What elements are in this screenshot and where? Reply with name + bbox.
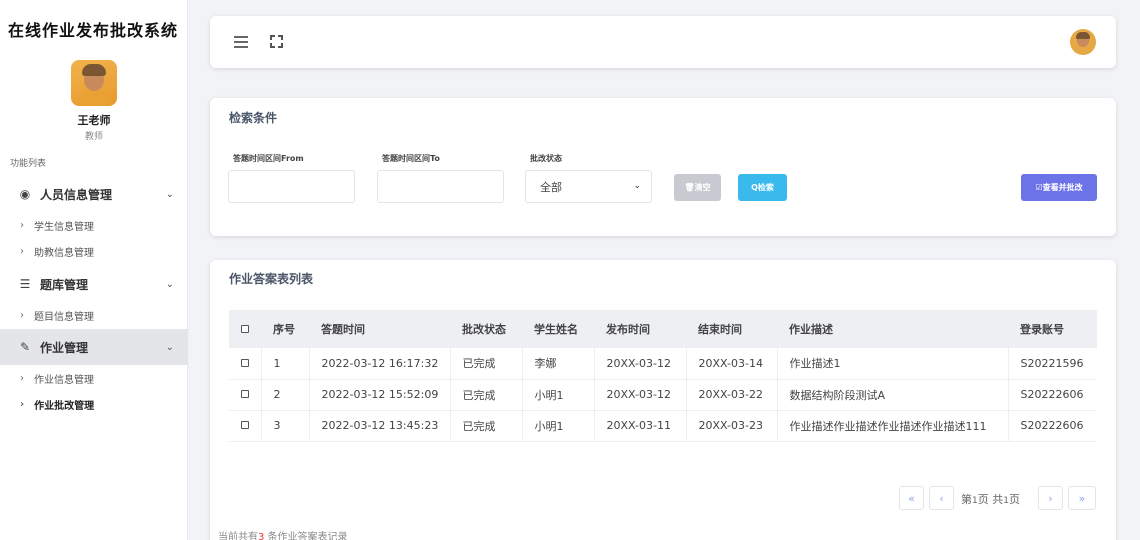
top-bar <box>210 16 1116 68</box>
cell: 小明1 <box>522 410 595 441</box>
menu-group-bank[interactable]: ☰ 题库管理 ⌄ <box>0 266 188 302</box>
cell: 20XX-03-12 <box>594 379 687 410</box>
menu-group-label: 题库管理 <box>40 277 89 292</box>
search-panel: 检索条件 答题时间区间From 答题时间区间To 批改状态 全部 ⌄ 🗑清空 Q… <box>210 98 1116 236</box>
cell: 20XX-03-12 <box>594 348 687 379</box>
menu-caption: 功能列表 <box>10 159 47 169</box>
records-count-text: 当前共有3 条作业答案表记录 <box>218 532 348 540</box>
edit-icon: ✎ <box>19 340 31 354</box>
cell: 2022-03-12 16:17:32 <box>309 348 451 379</box>
menu-item-question-info[interactable]: › 题目信息管理 <box>20 305 94 325</box>
header-avatar[interactable] <box>1070 29 1096 55</box>
menu-item-label: 助教信息管理 <box>34 247 94 259</box>
user-name: 王老师 <box>77 114 111 127</box>
col-header: 序号 <box>273 323 295 336</box>
hamburger-menu-icon[interactable] <box>234 36 248 48</box>
cell: 小明1 <box>522 379 595 410</box>
cell: 2 <box>261 379 310 410</box>
user-role: 教师 <box>84 132 103 142</box>
menu-group-label: 作业管理 <box>40 340 89 355</box>
table-title: 作业答案表列表 <box>229 272 314 286</box>
cell: 20XX-03-11 <box>594 410 687 441</box>
page-indicator: 第1页 共1页 <box>961 493 1020 506</box>
cell: 已完成 <box>450 348 523 379</box>
menu-item-homework-review[interactable]: › 作业批改管理 <box>20 394 94 414</box>
date-from-input[interactable] <box>228 170 355 203</box>
chevron-right-icon: › <box>20 398 25 410</box>
list-icon: ☰ <box>19 277 31 291</box>
chevron-right-icon: › <box>20 219 24 231</box>
row-checkbox[interactable] <box>229 410 262 441</box>
cell: 20XX-03-14 <box>686 348 778 379</box>
menu-group-people[interactable]: ◉ 人员信息管理 ⌄ <box>0 176 188 212</box>
answer-table-panel: 作业答案表列表 序号 答题时间 批改状态 学生姓名 发布时间 结束时间 作业描述… <box>210 260 1116 540</box>
fullscreen-icon[interactable] <box>270 35 283 48</box>
answer-table: 序号 答题时间 批改状态 学生姓名 发布时间 结束时间 作业描述 登录账号 1 … <box>229 310 1097 442</box>
cell: 作业描述1 <box>777 348 1009 379</box>
cell: 作业描述作业描述作业描述作业描述111 <box>777 410 1009 441</box>
col-header: 答题时间 <box>321 323 365 336</box>
chevron-down-icon: ⌄ <box>165 278 174 290</box>
chevron-down-icon: ⌄ <box>165 341 174 353</box>
search-title: 检索条件 <box>229 111 278 125</box>
menu-group-label: 人员信息管理 <box>40 187 113 202</box>
col-header: 发布时间 <box>606 323 650 336</box>
menu-item-student-info[interactable]: › 学生信息管理 <box>20 215 94 235</box>
col-header: 批改状态 <box>462 323 506 336</box>
user-circle-icon: ◉ <box>19 187 31 201</box>
cell: 数据结构阶段测试A <box>777 379 1009 410</box>
cell: S20222606 <box>1020 419 1084 432</box>
label-from: 答题时间区间From <box>233 154 304 163</box>
review-button[interactable]: ☑查看并批改 <box>1021 174 1097 201</box>
col-header: 登录账号 <box>1020 323 1064 336</box>
menu-group-homework[interactable]: ✎ 作业管理 ⌄ <box>0 329 188 365</box>
row-checkbox[interactable] <box>229 348 262 379</box>
label-to: 答题时间区间To <box>382 154 440 163</box>
app-title: 在线作业发布批改系统 <box>8 21 179 40</box>
row-checkbox[interactable] <box>229 379 262 410</box>
chevron-right-icon: › <box>20 372 24 384</box>
search-button[interactable]: Q检索 <box>738 174 787 201</box>
menu-item-label: 作业批改管理 <box>34 400 95 412</box>
chevron-right-icon: › <box>20 245 24 257</box>
cell: 3 <box>261 410 310 441</box>
sidebar: 在线作业发布批改系统 王老师 教师 功能列表 ◉ 人员信息管理 ⌄ › 学生信息… <box>0 0 188 540</box>
col-header: 作业描述 <box>789 323 833 336</box>
last-page-button[interactable]: » <box>1068 486 1096 510</box>
clear-button[interactable]: 🗑清空 <box>674 174 721 201</box>
menu-item-ta-info[interactable]: › 助教信息管理 <box>20 241 94 261</box>
table-header-row: 序号 答题时间 批改状态 学生姓名 发布时间 结束时间 作业描述 登录账号 <box>229 310 1097 348</box>
next-page-button[interactable]: › <box>1038 486 1063 510</box>
cell: 20XX-03-23 <box>686 410 778 441</box>
chevron-right-icon: › <box>20 309 24 321</box>
user-avatar[interactable] <box>71 60 117 106</box>
menu-item-label: 学生信息管理 <box>34 221 94 233</box>
cell: 1 <box>261 348 310 379</box>
cell: 2022-03-12 15:52:09 <box>309 379 451 410</box>
cell: 20XX-03-22 <box>686 379 778 410</box>
menu-item-homework-info[interactable]: › 作业信息管理 <box>20 368 94 388</box>
cell: 已完成 <box>450 410 523 441</box>
label-status: 批改状态 <box>530 154 562 163</box>
chevron-down-icon: ⌄ <box>165 188 174 200</box>
cell: S20222606 <box>1020 388 1084 401</box>
cell: S20221596 <box>1020 356 1084 370</box>
status-select[interactable]: 全部 ⌄ <box>525 170 652 203</box>
table-row[interactable]: 3 2022-03-12 13:45:23 已完成 小明1 20XX-03-11… <box>229 410 1097 441</box>
table-row[interactable]: 1 2022-03-12 16:17:32 已完成 李娜 20XX-03-12 … <box>229 348 1097 379</box>
cell: 李娜 <box>522 348 595 379</box>
menu-item-label: 题目信息管理 <box>34 311 94 323</box>
cell: 已完成 <box>450 379 523 410</box>
prev-page-button[interactable]: ‹ <box>929 486 954 510</box>
select-all-checkbox[interactable] <box>229 310 261 348</box>
menu-item-label: 作业信息管理 <box>34 374 94 386</box>
table-row[interactable]: 2 2022-03-12 15:52:09 已完成 小明1 20XX-03-12… <box>229 379 1097 410</box>
date-to-input[interactable] <box>377 170 504 203</box>
status-select-value: 全部 <box>540 180 562 194</box>
col-header: 学生姓名 <box>534 323 578 336</box>
chevron-down-icon: ⌄ <box>633 181 641 191</box>
first-page-button[interactable]: « <box>899 486 924 510</box>
cell: 2022-03-12 13:45:23 <box>309 410 451 441</box>
col-header: 结束时间 <box>698 323 742 336</box>
